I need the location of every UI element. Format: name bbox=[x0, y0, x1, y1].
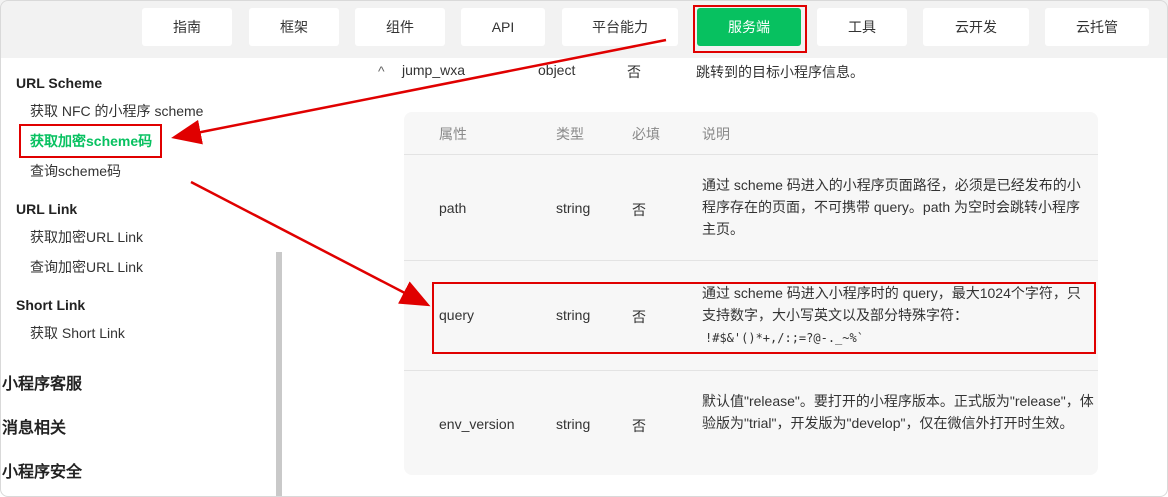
window-frame bbox=[0, 0, 1168, 497]
